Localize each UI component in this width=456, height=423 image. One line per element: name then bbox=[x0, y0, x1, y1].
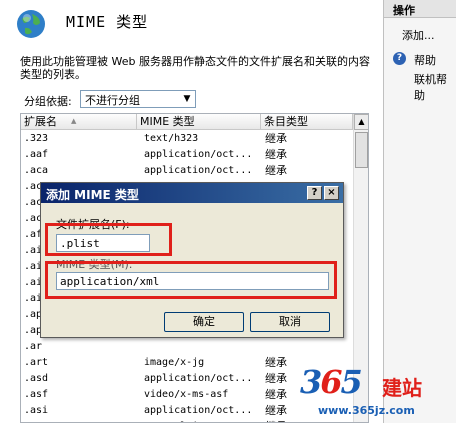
dialog-close-button[interactable]: × bbox=[324, 186, 339, 200]
table-cell-mime: text/plain bbox=[144, 419, 262, 422]
watermark-logo: 365 bbox=[300, 363, 363, 401]
table-cell-ext: .asd bbox=[24, 373, 49, 384]
column-header-mime[interactable]: MIME 类型 bbox=[137, 114, 261, 130]
table-cell-mime: application/oct... bbox=[144, 149, 253, 160]
action-online-help-link[interactable]: 联机帮助 bbox=[414, 71, 456, 103]
dialog-title: 添加 MIME 类型 bbox=[41, 183, 343, 203]
table-row[interactable]: .asm text/plain继承 bbox=[21, 419, 353, 422]
table-row[interactable]: .ar bbox=[21, 339, 353, 355]
table-cell-mime: application/oct... bbox=[144, 405, 253, 416]
table-cell-ext: .323 bbox=[24, 133, 49, 144]
add-mime-dialog: 添加 MIME 类型 ? × 文件扩展名(F): .plist MIME 类型(… bbox=[40, 182, 344, 338]
table-cell-mime: text/h323 bbox=[144, 133, 199, 144]
table-cell-type: 继承 bbox=[265, 148, 287, 161]
column-header-extension[interactable]: 扩展名 ▲ bbox=[21, 114, 137, 130]
action-add-link[interactable]: 添加... bbox=[402, 27, 435, 43]
list-header: 扩展名 ▲ MIME 类型 条目类型 bbox=[21, 114, 353, 130]
globe-icon bbox=[17, 10, 45, 38]
table-row[interactable]: .aaf application/oct... 继承 bbox=[21, 147, 353, 163]
actions-header: 操作 bbox=[384, 0, 456, 18]
table-cell-ext: .art bbox=[24, 357, 49, 368]
table-cell-mime: application/oct... bbox=[144, 373, 253, 384]
group-by-value: 不进行分组 bbox=[85, 94, 140, 107]
table-row[interactable]: .asi application/oct... 继承 bbox=[21, 403, 353, 419]
watermark-url: www.365jz.com bbox=[318, 404, 415, 417]
highlight-box-extension bbox=[45, 223, 172, 256]
table-cell-ext: .asf bbox=[24, 389, 49, 400]
table-cell-ext: .asm bbox=[24, 419, 137, 422]
watermark-logo-text: 建站 bbox=[382, 376, 422, 400]
page-description: 使用此功能管理被 Web 服务器用作静态文件的文件扩展名和关联的内容类型的列表。 bbox=[20, 55, 370, 81]
group-by-label: 分组依据: bbox=[24, 95, 72, 108]
table-cell-ext: .ar bbox=[24, 341, 43, 352]
help-icon: ? bbox=[393, 52, 406, 65]
table-cell-mime: video/x-ms-asf bbox=[144, 389, 229, 400]
table-cell-mime: image/x-jg bbox=[144, 357, 205, 368]
table-cell-type: 继承 bbox=[265, 164, 287, 177]
dialog-help-button[interactable]: ? bbox=[307, 186, 322, 200]
table-row[interactable]: .aca application/oct... 继承 bbox=[21, 163, 353, 179]
scroll-thumb[interactable] bbox=[355, 132, 368, 168]
table-cell-mime: application/oct... bbox=[144, 165, 253, 176]
action-help-link[interactable]: 帮助 bbox=[414, 52, 436, 68]
actions-panel: 操作 添加... ? 帮助 联机帮助 bbox=[383, 0, 456, 423]
group-by-select[interactable]: 不进行分组 ▼ bbox=[80, 90, 196, 108]
table-row[interactable]: .323 text/h323 继承 bbox=[21, 131, 353, 147]
table-cell-type: 继承 bbox=[265, 419, 351, 422]
ok-button[interactable]: 确定 bbox=[164, 312, 244, 332]
table-cell-ext: .aca bbox=[24, 165, 49, 176]
iis-mime-window: MIME 类型 使用此功能管理被 Web 服务器用作静态文件的文件扩展名和关联的… bbox=[0, 0, 456, 423]
cancel-button[interactable]: 取消 bbox=[250, 312, 330, 332]
sort-up-icon: ▲ bbox=[71, 117, 77, 125]
page-title: MIME 类型 bbox=[66, 13, 149, 31]
column-header-entry-type[interactable]: 条目类型 bbox=[261, 114, 353, 130]
scroll-up-arrow-icon[interactable]: ▲ bbox=[354, 114, 368, 130]
table-cell-ext: .asi bbox=[24, 405, 49, 416]
table-cell-ext: .aaf bbox=[24, 149, 49, 160]
highlight-box-mime bbox=[45, 261, 337, 299]
chevron-down-icon[interactable]: ▼ bbox=[180, 92, 194, 106]
table-cell-type: 继承 bbox=[265, 132, 287, 145]
